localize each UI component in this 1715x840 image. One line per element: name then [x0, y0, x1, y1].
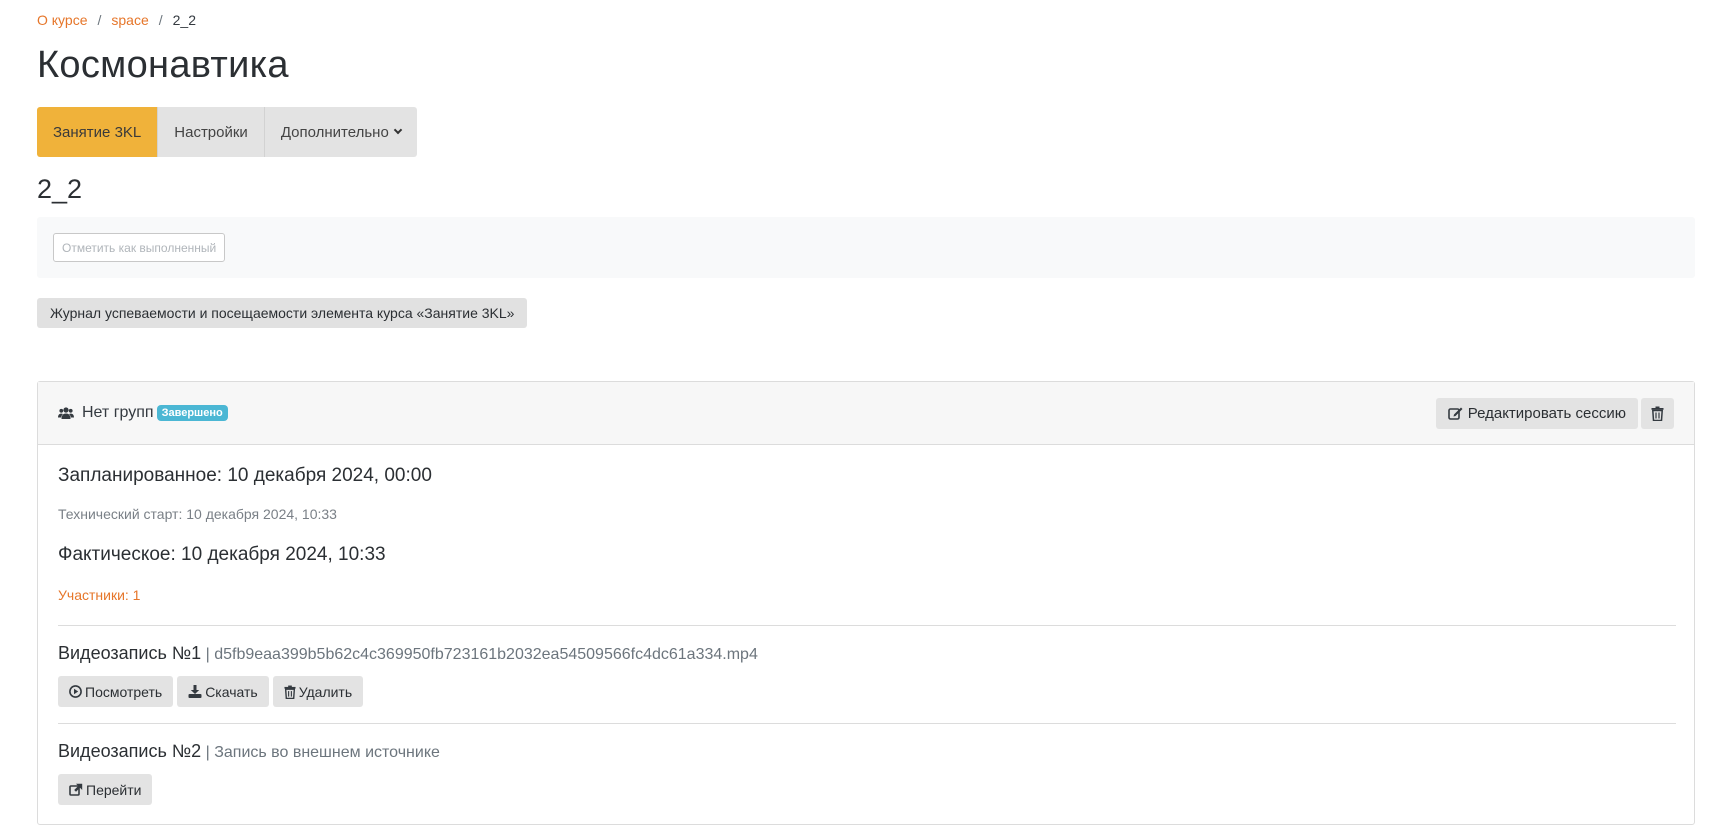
planned-time: Запланированное: 10 декабря 2024, 00:00: [58, 465, 432, 486]
breadcrumb-course-link[interactable]: space: [111, 12, 148, 28]
edit-session-button[interactable]: Редактировать сессию: [1435, 397, 1638, 429]
recording-title: Видеозапись №1: [58, 643, 202, 663]
open-external-button[interactable]: Перейти: [58, 774, 153, 805]
chevron-down-icon: [393, 125, 403, 135]
actual-time: Фактическое: 10 декабря 2024, 10:33: [58, 544, 386, 565]
delete-session-button[interactable]: [1641, 397, 1674, 429]
tab-label: Дополнительно: [280, 123, 389, 141]
tab-more[interactable]: Дополнительно: [264, 107, 417, 157]
external-link-icon: [69, 783, 83, 796]
tech-start-time: Технический старт: 10 декабря 2024, 10:3…: [58, 506, 337, 522]
open-external-label: Перейти: [86, 781, 142, 798]
recording-1-heading: Видеозапись №1 | d5fb9eaa399b5b62c4c3699…: [58, 643, 758, 664]
divider: [58, 723, 1676, 724]
recording-title: Видеозапись №2: [58, 741, 202, 761]
recording-1-actions: Посмотреть Скачать Удалить: [58, 676, 364, 707]
trash-icon: [284, 685, 296, 699]
users-icon: [58, 406, 74, 420]
edit-session-label: Редактировать сессию: [1467, 404, 1626, 422]
tab-settings[interactable]: Настройки: [158, 107, 265, 157]
participants-link[interactable]: Участники: 1: [58, 587, 140, 603]
section-title: 2_2: [37, 174, 83, 204]
recording-2-heading: Видеозапись №2 | Запись во внешнем источ…: [58, 741, 440, 762]
tab-lesson-3kl[interactable]: Занятие 3KL: [37, 107, 159, 157]
tab-bar: Занятие 3KL Настройки Дополнительно: [37, 107, 417, 157]
recording-filename: | d5fb9eaa399b5b62c4c369950fb723161b2032…: [205, 646, 758, 663]
breadcrumb-separator: /: [97, 12, 102, 28]
recording-source: | Запись во внешнем источнике: [205, 744, 440, 761]
watch-label: Посмотреть: [85, 683, 163, 700]
breadcrumb: О курсе / space / 2_2: [37, 12, 196, 28]
watch-button[interactable]: Посмотреть: [58, 676, 174, 707]
session-card-body: Запланированное: 10 декабря 2024, 00:00 …: [38, 445, 1694, 825]
trash-icon: [1651, 406, 1664, 421]
play-circle-icon: [69, 685, 82, 698]
mark-complete-button[interactable]: Отметить как выполненный: [53, 233, 226, 262]
page-title: Космонавтика: [37, 44, 289, 86]
recording-2-actions: Перейти: [58, 774, 153, 805]
download-label: Скачать: [205, 683, 258, 700]
download-button[interactable]: Скачать: [177, 676, 269, 707]
status-badge: Завершено: [156, 405, 228, 421]
delete-label: Удалить: [298, 683, 353, 700]
tab-label: Занятие 3KL: [53, 123, 142, 141]
gradebook-button[interactable]: Журнал успеваемости и посещаемости элеме…: [37, 298, 528, 328]
breadcrumb-separator: /: [158, 12, 163, 28]
session-card-header: Нет групп Завершено Редактировать сессию: [38, 382, 1694, 445]
divider: [58, 625, 1676, 626]
breadcrumb-current: 2_2: [172, 12, 196, 28]
breadcrumb-home-link[interactable]: О курсе: [37, 12, 87, 28]
session-actions: Редактировать сессию: [1435, 397, 1674, 429]
delete-recording-button[interactable]: Удалить: [272, 676, 364, 707]
group-label: Нет групп: [82, 404, 154, 421]
session-card: Нет групп Завершено Редактировать сессию: [37, 381, 1695, 825]
completion-panel: Отметить как выполненный: [37, 217, 1695, 278]
tab-label: Настройки: [174, 123, 248, 141]
download-icon: [188, 685, 202, 698]
edit-icon: [1447, 406, 1463, 420]
